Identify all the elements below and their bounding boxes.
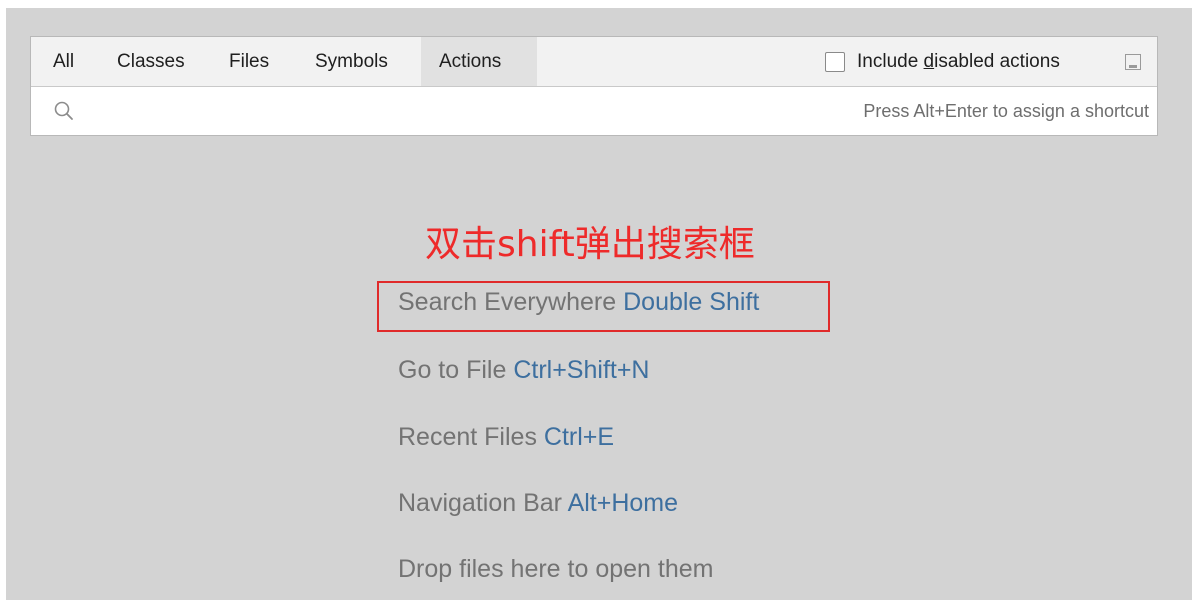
tab-files[interactable]: Files — [211, 37, 287, 86]
search-row: Press Alt+Enter to assign a shortcut — [31, 87, 1157, 135]
shortcut-hint: Press Alt+Enter to assign a shortcut — [863, 101, 1149, 121]
tab-classes[interactable]: Classes — [99, 37, 203, 86]
tab-all[interactable]: All — [35, 37, 92, 86]
tip-navigation-bar: Navigation Bar Alt+Home — [398, 489, 678, 518]
include-disabled-label-pre: Include — [857, 50, 924, 72]
pin-window-icon[interactable] — [1124, 53, 1142, 71]
include-disabled-checkbox[interactable] — [825, 51, 845, 72]
tip-label: Navigation Bar — [398, 489, 562, 517]
tip-label: Recent Files — [398, 423, 537, 451]
tip-recent-files: Recent Files Ctrl+E — [398, 423, 614, 452]
tip-shortcut: Ctrl+Shift+N — [513, 356, 650, 384]
tip-drop-files: Drop files here to open them — [398, 555, 713, 584]
tab-symbols[interactable]: Symbols — [297, 37, 406, 86]
tip-label: Drop files here to open them — [398, 555, 714, 583]
search-input[interactable] — [91, 95, 695, 129]
search-everywhere-popup: All Classes Files Symbols Actions Includ… — [30, 36, 1158, 136]
tip-search-everywhere: Search Everywhere Double Shift — [398, 288, 759, 317]
include-disabled-actions-toggle[interactable]: Include disabled actions — [825, 37, 1060, 86]
scope-tab-bar: All Classes Files Symbols Actions Includ… — [31, 37, 1157, 87]
include-disabled-mnemonic: d — [923, 50, 935, 72]
tip-label: Go to File — [398, 356, 507, 384]
tip-go-to-file: Go to File Ctrl+Shift+N — [398, 356, 650, 385]
tip-label: Search Everywhere — [398, 288, 617, 316]
tip-shortcut: Ctrl+E — [543, 423, 615, 451]
include-disabled-label: Include disabled actions — [857, 51, 1060, 73]
annotation-text: 双击shift弹出搜索框 — [425, 224, 755, 265]
include-disabled-label-post: isabled actions — [934, 50, 1060, 72]
search-icon — [54, 101, 73, 120]
tab-actions[interactable]: Actions — [421, 37, 537, 86]
tip-shortcut: Double Shift — [623, 288, 760, 316]
tip-shortcut: Alt+Home — [567, 489, 679, 517]
